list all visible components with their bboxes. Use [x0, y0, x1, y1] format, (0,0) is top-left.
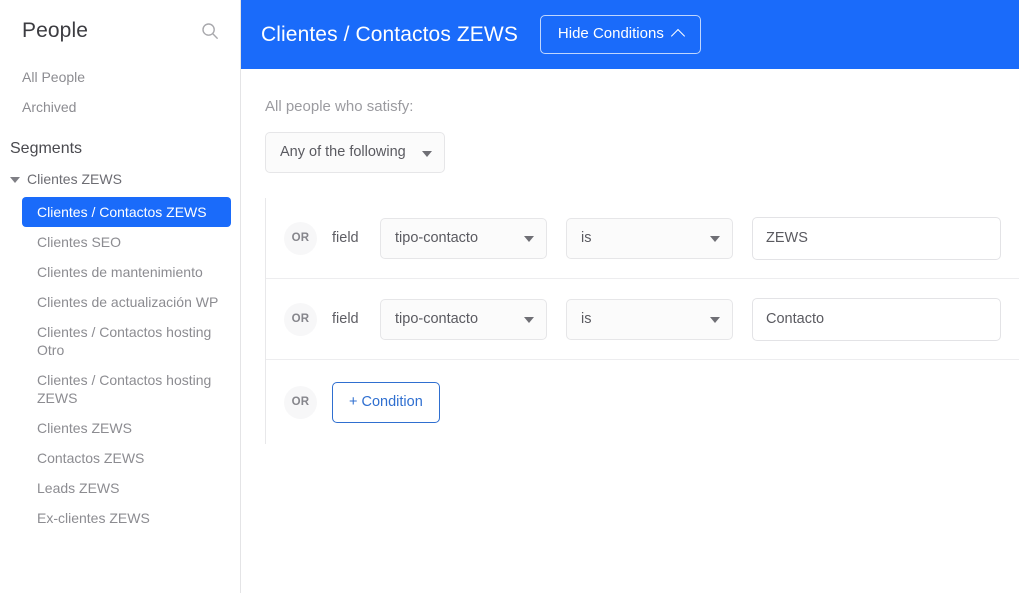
topbar: Clientes / Contactos ZEWS Hide Condition…: [241, 0, 1019, 69]
app-root: People All People Archived Segments Clie…: [0, 0, 1019, 593]
operator-select[interactable]: is: [566, 298, 733, 340]
match-select-container: Any of the following: [265, 132, 445, 173]
sidebar-item-clientes-contactos-zews[interactable]: Clientes / Contactos ZEWS: [22, 197, 231, 227]
field-label: field: [332, 230, 359, 246]
field-select[interactable]: tipo-contacto: [380, 298, 547, 340]
sidebar-item-clientes-contactos-hosting-otro[interactable]: Clientes / Contactos hosting Otro: [22, 317, 231, 365]
sidebar-item-clientes-zews[interactable]: Clientes ZEWS: [22, 413, 231, 443]
sidebar-title: People: [22, 18, 88, 42]
sidebar-item-clientes-de-actualizacion-wp[interactable]: Clientes de actualización WP: [22, 287, 231, 317]
sidebar-group-header[interactable]: Clientes ZEWS: [0, 166, 240, 192]
value-input[interactable]: [752, 216, 1001, 260]
operator-select[interactable]: is: [566, 217, 733, 259]
sidebar-item-leads-zews[interactable]: Leads ZEWS: [22, 473, 231, 503]
caret-down-icon: [10, 176, 20, 183]
sidebar-item-contactos-zews[interactable]: Contactos ZEWS: [22, 443, 231, 473]
sidebar-item-all-people[interactable]: All People: [0, 62, 240, 92]
field-select-container: tipo-contacto: [380, 217, 547, 259]
field-select-container: tipo-contacto: [380, 298, 547, 340]
sidebar-group-label: Clientes ZEWS: [27, 171, 122, 187]
hide-conditions-label: Hide Conditions: [557, 25, 664, 42]
sidebar-item-ex-clientes-zews[interactable]: Ex-clientes ZEWS: [22, 503, 231, 533]
condition-row: OR field tipo-contacto is: [266, 198, 1019, 279]
sidebar-group-clientes-zews: Clientes ZEWS Clientes / Contactos ZEWS …: [0, 166, 240, 533]
hide-conditions-button[interactable]: Hide Conditions: [539, 15, 701, 54]
filter-builder: All people who satisfy: Any of the follo…: [241, 69, 1019, 444]
chevron-up-icon: [670, 28, 685, 44]
or-badge: OR: [284, 221, 317, 255]
page-title: Clientes / Contactos ZEWS: [261, 22, 518, 46]
sidebar-item-archived[interactable]: Archived: [0, 92, 240, 122]
sidebar-primary-nav: All People Archived: [0, 44, 240, 122]
sidebar-header: People: [0, 0, 240, 44]
add-condition-button[interactable]: + Condition: [332, 381, 440, 423]
field-select[interactable]: tipo-contacto: [380, 217, 547, 259]
match-select[interactable]: Any of the following: [265, 132, 445, 173]
sidebar-section-segments-label: Segments: [10, 140, 83, 157]
condition-row: OR field tipo-contacto is: [266, 279, 1019, 360]
value-input[interactable]: [752, 297, 1001, 341]
operator-select-container: is: [566, 217, 733, 259]
or-badge: OR: [284, 302, 317, 336]
conditions-list: OR field tipo-contacto is ZEWS OR field …: [265, 198, 1019, 444]
or-badge: OR: [284, 385, 317, 419]
field-label: field: [332, 311, 359, 327]
main-panel: Clientes / Contactos ZEWS Hide Condition…: [241, 0, 1019, 593]
segment-list: Clientes / Contactos ZEWS Clientes SEO C…: [0, 197, 240, 533]
add-condition-row: OR + Condition: [266, 360, 1019, 444]
satisfy-label: All people who satisfy:: [265, 98, 414, 115]
match-select-wrapper: Any of the following: [265, 132, 1019, 173]
sidebar: People All People Archived Segments Clie…: [0, 0, 241, 593]
sidebar-item-clientes-contactos-hosting-zews[interactable]: Clientes / Contactos hosting ZEWS: [22, 365, 231, 413]
sidebar-item-clientes-de-mantenimiento[interactable]: Clientes de mantenimiento: [22, 257, 231, 287]
search-icon[interactable]: [200, 21, 220, 41]
sidebar-item-clientes-seo[interactable]: Clientes SEO: [22, 227, 231, 257]
operator-select-container: is: [566, 298, 733, 340]
